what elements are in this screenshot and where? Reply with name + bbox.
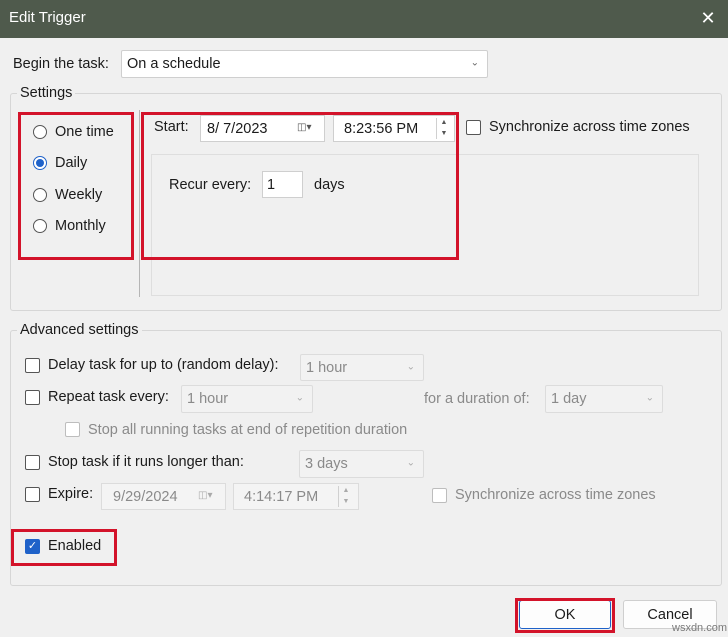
begin-task-value: On a schedule bbox=[127, 56, 221, 72]
watermark: wsxdn.com bbox=[672, 622, 728, 634]
highlight-box-schedule-type bbox=[18, 112, 134, 260]
expire-date-picker[interactable]: 9/29/2024 ◫▾ bbox=[101, 483, 226, 510]
stop-longer-value: 3 days bbox=[305, 456, 348, 472]
close-icon[interactable]: ✕ bbox=[696, 6, 720, 30]
chevron-down-icon: ⌄ bbox=[406, 457, 415, 469]
highlight-box-enabled bbox=[11, 529, 117, 566]
stop-running-label: Stop all running tasks at end of repetit… bbox=[88, 422, 408, 438]
title-bar bbox=[0, 0, 728, 38]
highlight-box-ok bbox=[515, 598, 615, 633]
window-title: Edit Trigger bbox=[9, 9, 86, 26]
expire-checkbox[interactable] bbox=[25, 487, 40, 502]
expire-label: Expire: bbox=[48, 486, 94, 502]
delay-checkbox[interactable] bbox=[25, 358, 40, 373]
spin-down-icon[interactable]: ▼ bbox=[339, 497, 353, 508]
highlight-box-start-recur bbox=[141, 112, 459, 260]
expire-time-picker[interactable]: 4:14:17 PM ▲ ▼ bbox=[233, 483, 359, 510]
expire-sync-label: Synchronize across time zones bbox=[455, 487, 656, 503]
stop-longer-checkbox[interactable] bbox=[25, 455, 40, 470]
repeat-label: Repeat task every: bbox=[48, 389, 169, 405]
repeat-value: 1 hour bbox=[187, 391, 229, 407]
expire-date-value: 9/29/2024 bbox=[113, 488, 178, 505]
repeat-checkbox[interactable] bbox=[25, 390, 40, 405]
chevron-down-icon: ⌄ bbox=[406, 360, 415, 372]
chevron-down-icon: ⌄ bbox=[470, 57, 479, 69]
spin-up-icon[interactable]: ▲ bbox=[339, 486, 353, 497]
expire-time-spinner[interactable]: ▲ ▼ bbox=[338, 486, 353, 507]
settings-title: Settings bbox=[17, 85, 76, 101]
stop-longer-select[interactable]: 3 days ⌄ bbox=[299, 450, 424, 478]
calendar-icon[interactable]: ◫▾ bbox=[198, 490, 212, 501]
delay-value: 1 hour bbox=[306, 359, 348, 376]
duration-label: for a duration of: bbox=[424, 391, 530, 407]
stop-running-checkbox[interactable] bbox=[65, 422, 80, 437]
stop-longer-label: Stop task if it runs longer than: bbox=[48, 454, 244, 470]
delay-select[interactable]: 1 hour ⌄ bbox=[300, 354, 424, 381]
sync-timezones-checkbox[interactable] bbox=[466, 120, 481, 135]
sync-timezones-label: Synchronize across time zones bbox=[489, 119, 690, 135]
expire-time-value: 4:14:17 PM bbox=[244, 488, 319, 505]
settings-divider bbox=[139, 110, 140, 297]
advanced-title: Advanced settings bbox=[17, 322, 142, 338]
begin-task-label: Begin the task: bbox=[13, 56, 109, 72]
begin-task-select[interactable]: On a schedule ⌄ bbox=[121, 50, 488, 78]
expire-sync-checkbox[interactable] bbox=[432, 488, 447, 503]
duration-value: 1 day bbox=[551, 391, 587, 407]
delay-label: Delay task for up to (random delay): bbox=[48, 357, 279, 373]
repeat-select[interactable]: 1 hour ⌄ bbox=[181, 385, 313, 413]
cancel-button-label: Cancel bbox=[647, 606, 693, 623]
duration-select[interactable]: 1 day ⌄ bbox=[545, 385, 663, 413]
chevron-down-icon: ⌄ bbox=[295, 392, 304, 404]
chevron-down-icon: ⌄ bbox=[645, 392, 654, 404]
